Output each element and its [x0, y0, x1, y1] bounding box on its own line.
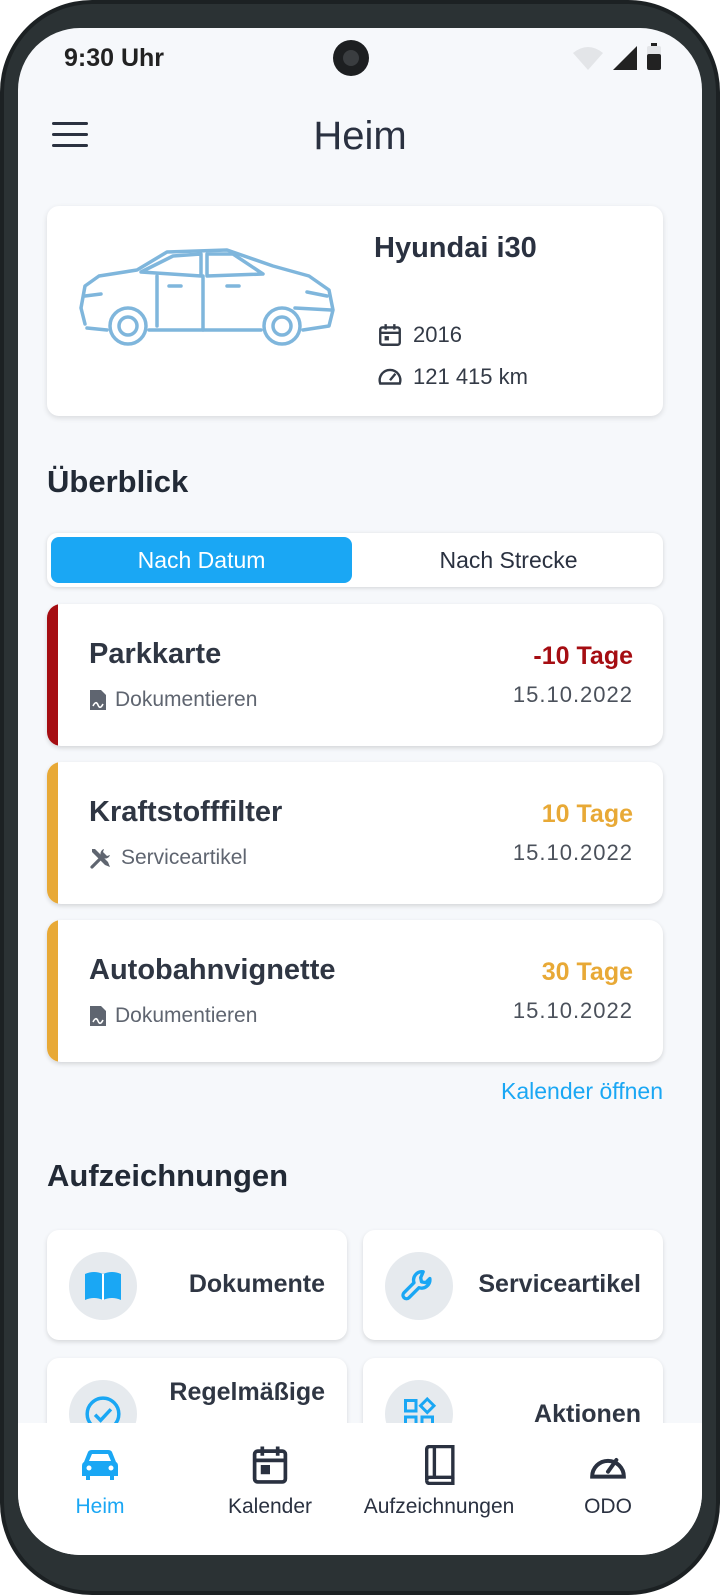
- overview-title: Überblick: [47, 464, 189, 499]
- reminder-days: 10 Tage: [541, 800, 633, 828]
- nav-home[interactable]: Heim: [40, 1423, 160, 1555]
- reminder-date: 15.10.2022: [512, 682, 633, 707]
- vehicle-odometer-row: 121 415 km: [377, 364, 528, 390]
- nav-calendar[interactable]: Kalender: [210, 1423, 330, 1555]
- status-stripe: [47, 604, 58, 746]
- status-time: 9:30 Uhr: [64, 44, 165, 72]
- vehicle-name: Hyundai i30: [374, 232, 537, 264]
- speedometer-icon: [378, 368, 402, 385]
- camera-cutout: [333, 40, 369, 76]
- record-service-items[interactable]: Serviceartikel: [363, 1230, 663, 1340]
- tools-icon: [90, 849, 110, 869]
- book-icon: [425, 1445, 455, 1485]
- vehicle-odometer: 121 415 km: [413, 364, 528, 389]
- tab-by-distance[interactable]: Nach Strecke: [358, 537, 659, 583]
- tab-by-date[interactable]: Nach Datum: [51, 537, 352, 583]
- phone-frame: 9:30 Uhr Heim Hyundai i30 2016 121 415 k…: [0, 0, 720, 1595]
- signal-icon: [613, 46, 637, 70]
- book-icon: [85, 1272, 121, 1300]
- nav-label: Kalender: [227, 1495, 313, 1518]
- document-icon: [90, 690, 106, 710]
- record-documents[interactable]: Dokumente: [47, 1230, 347, 1340]
- reminder-category: Dokumentieren: [89, 1004, 257, 1028]
- status-stripe: [47, 920, 58, 1062]
- wifi-icon: [573, 47, 603, 70]
- nav-odo[interactable]: ODO: [548, 1423, 668, 1555]
- nav-label: Aufzeichnungen: [363, 1495, 515, 1518]
- speedometer-icon: [590, 1458, 626, 1479]
- page-title: Heim: [313, 114, 407, 158]
- status-icons: [572, 43, 662, 71]
- overview-tabs: Nach Datum Nach Strecke: [47, 533, 663, 587]
- reminder-category: Dokumentieren: [89, 688, 257, 712]
- reminder-category: Serviceartikel: [89, 846, 247, 870]
- reminder-date: 15.10.2022: [512, 840, 633, 865]
- nav-records[interactable]: Aufzeichnungen: [349, 1423, 529, 1555]
- vehicle-year-row: 2016: [377, 322, 462, 348]
- car-illustration: [79, 248, 335, 346]
- calendar-icon: [379, 324, 401, 346]
- vehicle-year: 2016: [413, 322, 462, 347]
- reminder-title: Parkkarte: [89, 638, 222, 670]
- bottom-navigation: Heim Kalender Aufzeichnungen ODO: [18, 1423, 702, 1555]
- status-stripe: [47, 762, 58, 904]
- reminder-card[interactable]: Autobahnvignette Dokumentieren 30 Tage 1…: [47, 920, 663, 1062]
- record-label: Serviceartikel: [478, 1270, 641, 1298]
- document-icon: [90, 1006, 106, 1026]
- reminder-days: -10 Tage: [533, 642, 633, 670]
- calendar-icon: [252, 1446, 288, 1484]
- reminder-days: 30 Tage: [541, 958, 633, 986]
- reminder-title: Autobahnvignette: [89, 954, 336, 986]
- reminder-card[interactable]: Parkkarte Dokumentieren -10 Tage 15.10.2…: [47, 604, 663, 746]
- reminder-title: Kraftstofffilter: [89, 796, 283, 828]
- wrench-icon: [401, 1270, 432, 1301]
- open-calendar-link[interactable]: Kalender öffnen: [501, 1078, 663, 1105]
- screen: 9:30 Uhr Heim Hyundai i30 2016 121 415 k…: [18, 28, 702, 1555]
- records-title: Aufzeichnungen: [47, 1158, 289, 1193]
- reminder-date: 15.10.2022: [512, 998, 633, 1023]
- nav-label: ODO: [584, 1495, 632, 1518]
- reminder-card[interactable]: Kraftstofffilter Serviceartikel 10 Tage …: [47, 762, 663, 904]
- vehicle-card[interactable]: Hyundai i30 2016 121 415 km: [47, 206, 663, 416]
- nav-label: Heim: [75, 1495, 125, 1518]
- battery-icon: [647, 43, 661, 70]
- record-label: Regelmäßige: [169, 1378, 325, 1406]
- car-icon: [82, 1450, 118, 1480]
- record-label: Dokumente: [188, 1270, 325, 1298]
